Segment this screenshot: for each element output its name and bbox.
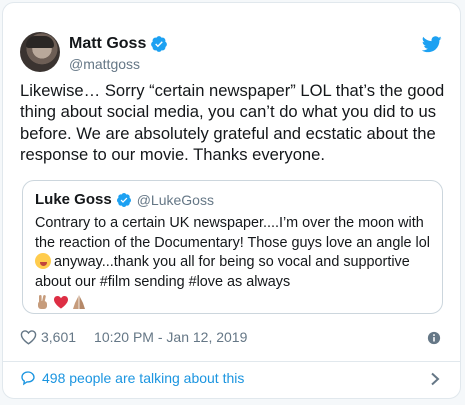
folded-hands-emoji-icon xyxy=(73,295,85,310)
red-heart-emoji-icon xyxy=(54,296,68,309)
like-count[interactable]: 3,601 xyxy=(41,329,76,345)
tweet-meta: 3,601 10:20 PM - Jan 12, 2019 xyxy=(20,329,247,345)
tweet-text: Likewise… Sorry “certain newspaper” LOL … xyxy=(20,81,445,164)
comment-bubble-icon xyxy=(21,371,35,386)
author-name[interactable]: Matt Goss xyxy=(69,35,146,53)
verified-badge-icon xyxy=(116,192,131,207)
chevron-right-icon[interactable] xyxy=(430,372,440,386)
victory-hand-emoji-icon xyxy=(38,295,47,310)
talking-about-label[interactable]: 498 people are talking about this xyxy=(42,370,244,386)
tweet-timestamp[interactable]: 10:20 PM - Jan 12, 2019 xyxy=(94,329,247,345)
avatar[interactable] xyxy=(20,32,60,72)
talking-about-link[interactable]: 498 people are talking about this xyxy=(20,370,244,386)
quoted-tweet-text: Contrary to a certain UK newspaper....I’… xyxy=(35,214,435,310)
quoted-author-handle: @LukeGoss xyxy=(136,191,214,208)
info-icon[interactable] xyxy=(427,331,441,345)
twitter-bird-icon[interactable] xyxy=(422,36,442,53)
quoted-author-name: Luke Goss xyxy=(35,191,112,208)
verified-badge-icon xyxy=(151,36,168,52)
quoted-text-part-1: Contrary to a certain UK newspaper....I’… xyxy=(35,215,430,251)
zany-face-emoji-icon xyxy=(35,253,51,270)
quoted-tweet[interactable]: Luke Goss @LukeGoss Contrary to a certai… xyxy=(22,180,443,314)
divider xyxy=(3,361,460,362)
tweet-embed-card: Matt Goss @mattgoss Likewise… Sorry “cer… xyxy=(2,2,461,399)
heart-icon[interactable] xyxy=(20,329,37,345)
author-handle[interactable]: @mattgoss xyxy=(69,56,140,72)
emoji-row xyxy=(35,294,435,310)
author-name-row[interactable]: Matt Goss xyxy=(69,35,168,53)
quoted-text-part-2: anyway...thank you all for being so voca… xyxy=(35,254,410,290)
quoted-author-row: Luke Goss @LukeGoss xyxy=(35,191,214,208)
